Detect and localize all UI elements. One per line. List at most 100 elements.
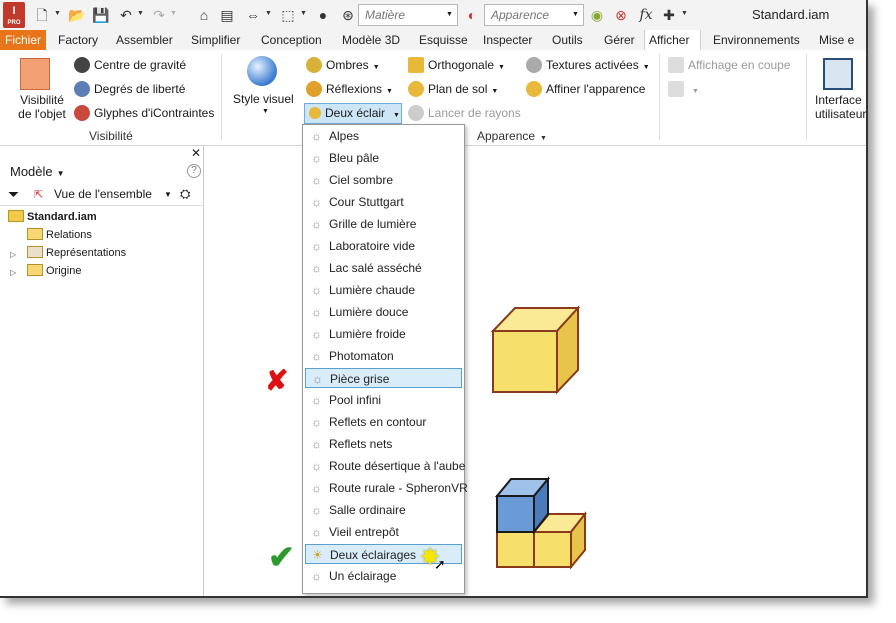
menu-item-vieil-entrepot[interactable]: ☼ Vieil entrepôt xyxy=(305,522,462,542)
tab-simplifier[interactable]: Simplifier xyxy=(187,30,244,50)
material-combo[interactable]: Matière xyxy=(358,4,458,26)
binoculars-icon[interactable]: ⛭ xyxy=(180,186,190,202)
close-icon[interactable]: ✕ xyxy=(191,146,201,160)
menu-item-cour-stuttgart[interactable]: ☼ Cour Stuttgart xyxy=(305,192,462,212)
tab-fichier[interactable]: Fichier xyxy=(0,30,46,50)
textures-label: Textures activées xyxy=(546,58,639,72)
save-icon[interactable]: 💾 xyxy=(92,6,110,24)
chevron-down-icon[interactable]: ▼ xyxy=(170,10,177,17)
properties-icon[interactable]: ▤ xyxy=(218,6,236,24)
filter-icon[interactable]: ⏷ xyxy=(8,186,19,203)
object-visibility-button[interactable]: Visibilité de l'objet xyxy=(16,93,68,121)
open-folder-icon[interactable]: 📂 xyxy=(68,6,86,24)
menu-item-pool-infini[interactable]: ☼ Pool infini xyxy=(305,390,462,410)
ray-tracing-button[interactable]: Lancer de rayons xyxy=(408,105,521,121)
section-options-button[interactable]: ▼ xyxy=(668,81,699,97)
chevron-down-icon[interactable]: ▼ xyxy=(446,11,453,18)
tab-gerer[interactable]: Gérer xyxy=(600,30,639,50)
refine-appearance-button[interactable]: Affiner l'apparence xyxy=(526,81,645,97)
chevron-down-icon[interactable]: ▼ xyxy=(681,10,688,17)
expand-icon[interactable]: ▷ xyxy=(10,250,16,259)
menu-item-photomaton[interactable]: ☼ Photomaton xyxy=(305,346,462,366)
menu-item-lumiere-froide[interactable]: ☼ Lumière froide xyxy=(305,324,462,344)
app-logo[interactable]: I PRO xyxy=(3,2,25,28)
icontraint-glyphs-button[interactable]: Glyphes d'iContraintes xyxy=(74,105,214,121)
visual-style-icon[interactable] xyxy=(247,56,277,86)
degrees-of-freedom-button[interactable]: Degrés de liberté xyxy=(74,81,185,97)
menu-item-lac-sale[interactable]: ☼ Lac salé asséché xyxy=(305,258,462,278)
menu-item-label: Deux éclairages xyxy=(330,548,417,562)
object-visibility-label: Visibilité de l'objet xyxy=(18,93,66,121)
color-override-icon[interactable]: ● xyxy=(314,6,332,24)
tab-mise-en-plan[interactable]: Mise e xyxy=(815,30,858,50)
menu-item-alpes[interactable]: ☼ Alpes xyxy=(305,126,462,146)
update-icon[interactable]: ⇔ xyxy=(244,6,262,24)
home-icon[interactable]: ⌂ xyxy=(195,6,213,24)
chevron-down-icon[interactable]: ▼ xyxy=(262,108,269,115)
clear-appearance-icon[interactable]: ⊗ xyxy=(612,6,630,24)
textures-button[interactable]: Textures activées ▼ xyxy=(526,57,650,73)
menu-item-route-desertique[interactable]: ☼ Route désertique à l'aube xyxy=(305,456,465,476)
tab-outils[interactable]: Outils xyxy=(548,30,587,50)
lighting-style-button[interactable]: Deux éclair ▼ xyxy=(304,103,402,124)
select-icon[interactable]: ⬚ xyxy=(279,6,297,24)
tab-esquisse[interactable]: Esquisse xyxy=(415,30,472,50)
menu-item-ciel-sombre[interactable]: ☼ Ciel sombre xyxy=(305,170,462,190)
tab-afficher[interactable]: Afficher xyxy=(644,30,701,50)
menu-item-lumiere-chaude[interactable]: ☼ Lumière chaude xyxy=(305,280,462,300)
tree-item-relations[interactable]: Relations xyxy=(27,228,92,241)
adjust-appearance-icon[interactable]: ◉ xyxy=(588,6,606,24)
chevron-down-icon[interactable]: ▼ xyxy=(572,11,579,18)
browser-title[interactable]: Modèle ▼ xyxy=(10,164,65,179)
user-interface-icon[interactable] xyxy=(823,58,853,90)
tab-factory[interactable]: Factory xyxy=(54,30,102,50)
menu-item-piece-grise[interactable]: ☼ Pièce grise xyxy=(305,368,462,388)
user-interface-button[interactable]: Interface utilisateur xyxy=(815,93,866,121)
tab-modele-3d[interactable]: Modèle 3D xyxy=(338,30,404,50)
shadows-button[interactable]: Ombres ▼ xyxy=(306,57,380,73)
chevron-down-icon[interactable]: ▼ xyxy=(265,10,272,17)
panel-visibilite-label: Visibilité xyxy=(89,129,133,143)
tab-assembler[interactable]: Assembler xyxy=(112,30,177,50)
menu-item-grille-lumiere[interactable]: ☼ Grille de lumière xyxy=(305,214,462,234)
chevron-down-icon[interactable]: ▼ xyxy=(164,190,172,199)
measure-icon[interactable]: ⊛ xyxy=(339,6,357,24)
new-document-icon[interactable]: 🗋 xyxy=(33,6,51,24)
object-visibility-icon[interactable] xyxy=(20,58,50,90)
menu-item-reflets-contour[interactable]: ☼ Reflets en contour xyxy=(305,412,462,432)
panel-apparence-label[interactable]: Apparence ▼ xyxy=(477,129,547,143)
tree-item-representations[interactable]: Représentations xyxy=(27,246,126,259)
menu-item-bleu-pale[interactable]: ☼ Bleu pâle xyxy=(305,148,462,168)
chevron-down-icon[interactable]: ▼ xyxy=(137,10,144,17)
tree-item-origine[interactable]: Origine xyxy=(27,264,81,277)
menu-item-route-rurale[interactable]: ☼ Route rurale - SpheronVR xyxy=(305,478,468,498)
center-of-gravity-button[interactable]: Centre de gravité xyxy=(74,57,186,73)
menu-item-label: Pool infini xyxy=(329,393,382,407)
parameters-icon[interactable]: fx xyxy=(637,6,655,24)
help-icon[interactable]: ? xyxy=(187,164,201,178)
menu-item-lumiere-douce[interactable]: ☼ Lumière douce xyxy=(305,302,462,322)
appearance-combo[interactable]: Apparence xyxy=(484,4,584,26)
menu-item-salle-ordinaire[interactable]: ☼ Salle ordinaire xyxy=(305,500,462,520)
undo-icon[interactable]: ↶ xyxy=(117,6,135,24)
ground-plane-button[interactable]: Plan de sol ▼ xyxy=(408,81,498,97)
menu-item-laboratoire-vide[interactable]: ☼ Laboratoire vide xyxy=(305,236,462,256)
tab-inspecter[interactable]: Inspecter xyxy=(479,30,536,50)
menu-item-reflets-nets[interactable]: ☼ Reflets nets xyxy=(305,434,462,454)
visual-style-button[interactable]: Style visuel xyxy=(233,92,294,106)
plus-icon[interactable]: ✚ xyxy=(660,6,678,24)
sun-icon: ☼ xyxy=(311,525,322,539)
tab-conception[interactable]: Conception xyxy=(257,30,326,50)
expand-icon[interactable]: ▷ xyxy=(10,268,16,277)
orthographic-button[interactable]: Orthogonale ▼ xyxy=(408,57,505,73)
redo-icon[interactable]: ↷ xyxy=(150,6,168,24)
menu-item-label: Cour Stuttgart xyxy=(329,195,404,209)
chevron-down-icon[interactable]: ▼ xyxy=(300,10,307,17)
view-selector[interactable]: Vue de l'ensemble xyxy=(54,187,152,201)
chevron-down-icon[interactable]: ▼ xyxy=(54,10,61,17)
tree-item-root[interactable]: Standard.iam xyxy=(8,210,97,223)
section-view-button[interactable]: Affichage en coupe xyxy=(668,57,791,73)
reflections-icon xyxy=(306,81,322,97)
tab-environnements[interactable]: Environnements xyxy=(709,30,804,50)
reflections-button[interactable]: Réflexions ▼ xyxy=(306,81,393,97)
